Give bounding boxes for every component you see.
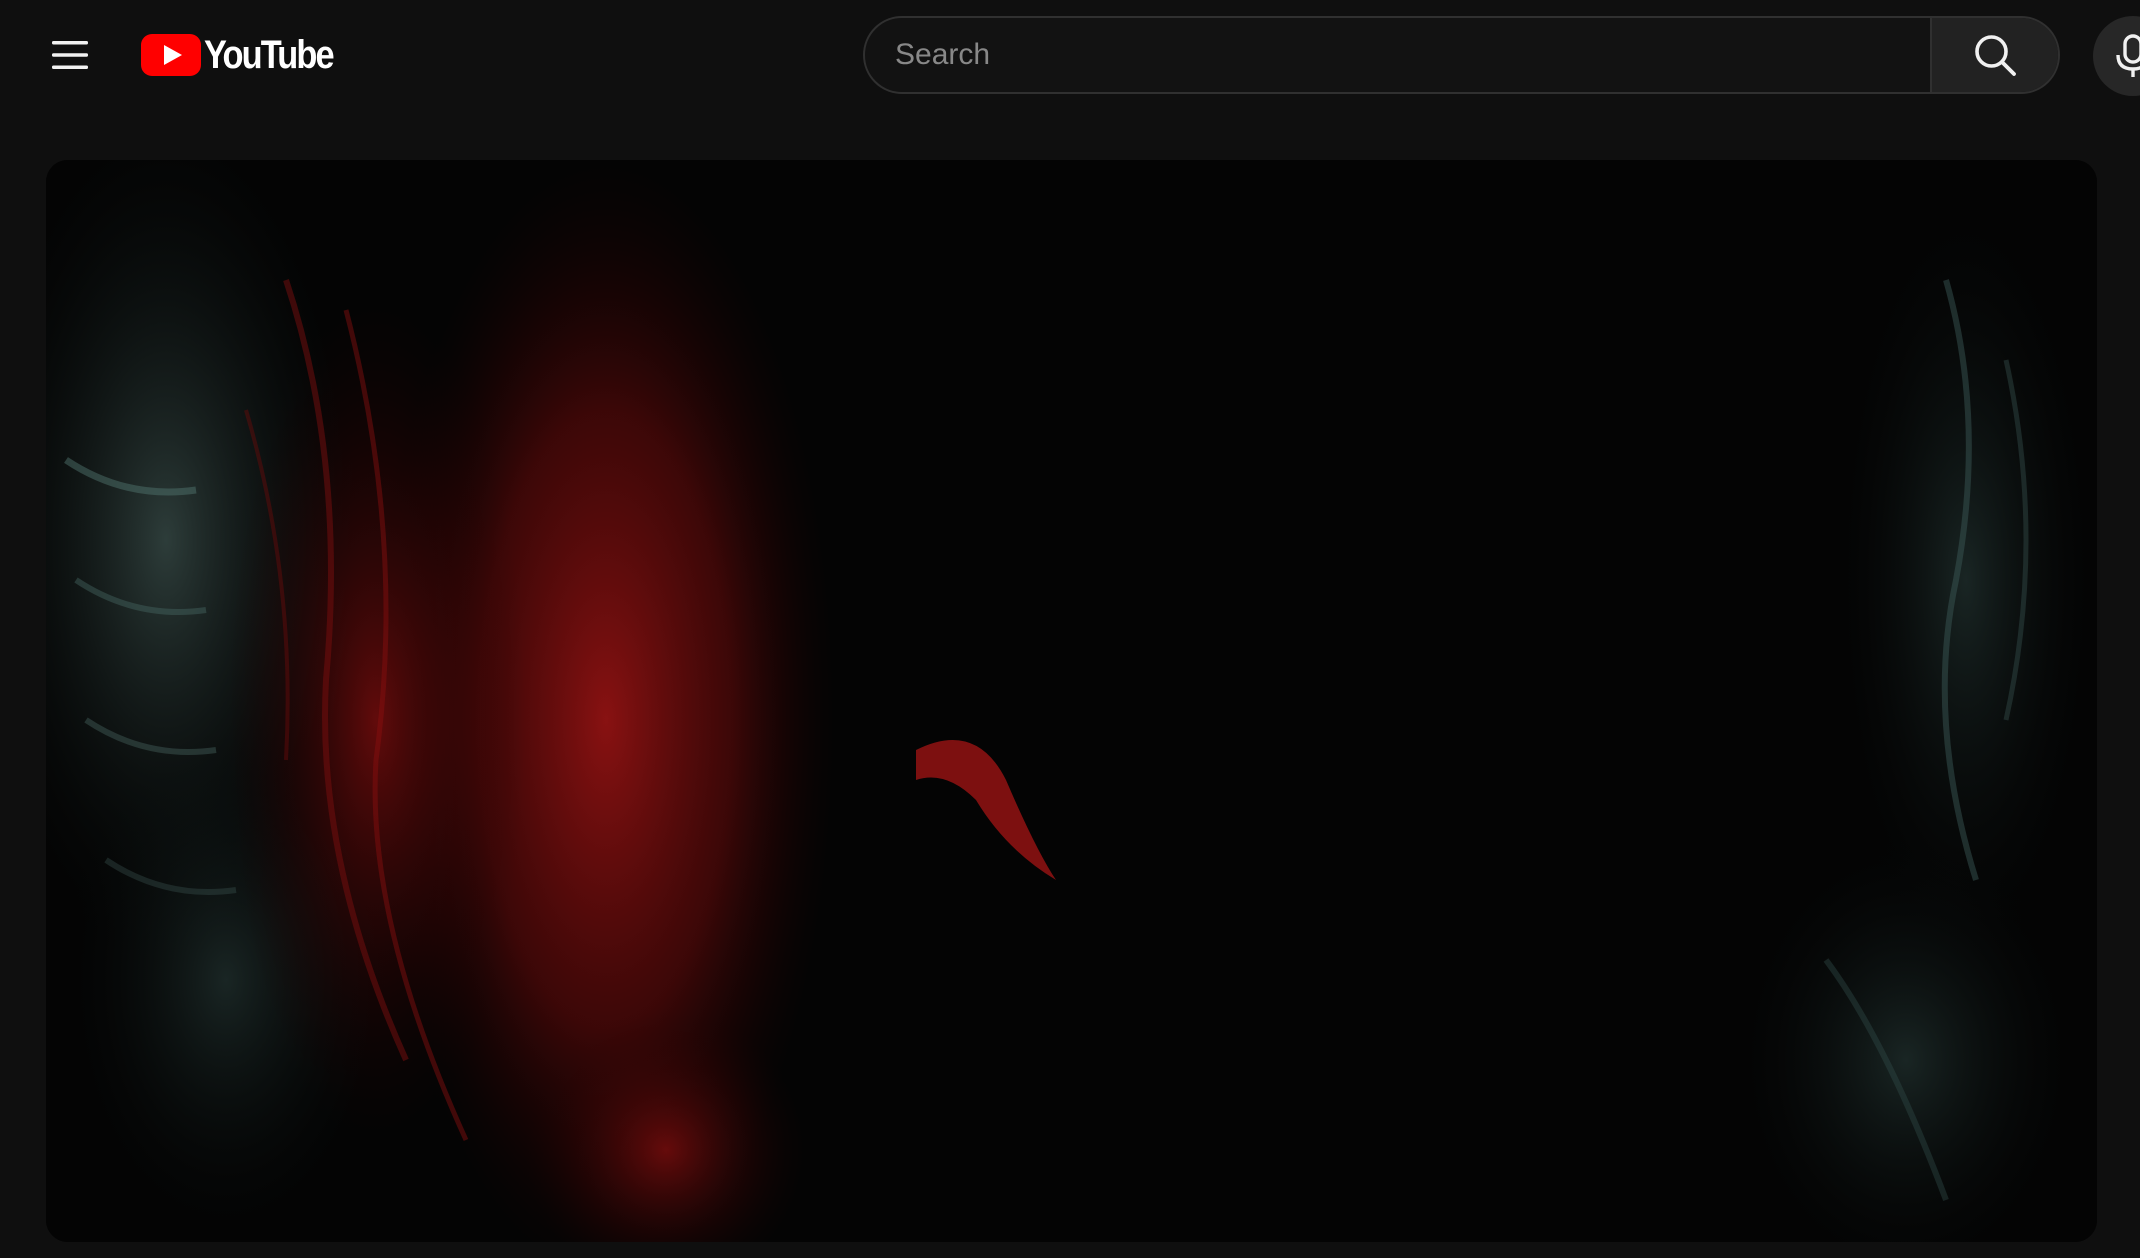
masthead: YouTube [0,0,2140,112]
search-button[interactable] [1930,18,2058,92]
search-box [863,16,2060,94]
hamburger-menu-icon [52,41,88,69]
microphone-icon [2116,34,2140,77]
logo-wordmark: YouTube [204,33,335,77]
search-icon [1975,35,2016,76]
guide-menu-button[interactable] [46,30,94,80]
search-input[interactable] [865,18,1930,92]
video-frame [46,160,2097,1242]
video-player[interactable] [46,160,2097,1242]
youtube-play-logo-icon [141,34,201,76]
youtube-logo[interactable]: YouTube [141,33,354,77]
voice-search-button[interactable] [2093,16,2140,96]
